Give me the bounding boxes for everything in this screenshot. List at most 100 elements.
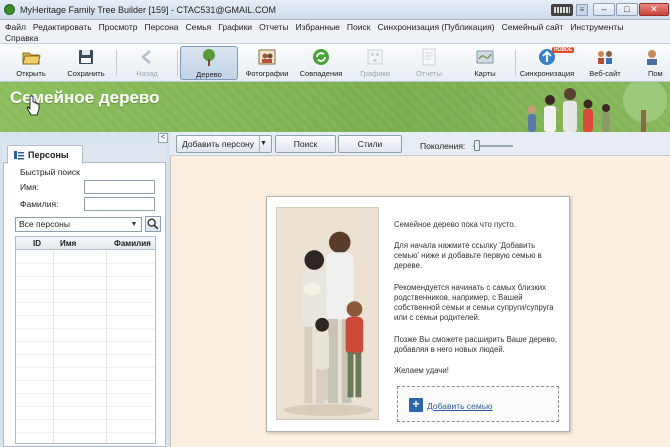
persons-filter-value: Все персоны [19,219,70,229]
add-person-label: Добавить персону [182,139,255,149]
column-header-first-name[interactable]: Имя [60,239,76,248]
quick-search-label: Быстрый поиск [20,167,80,177]
first-name-input[interactable] [84,180,155,194]
menu-item-row1-6[interactable]: Отчеты [259,22,288,32]
menu-bar: Файл Редактировать Просмотр Персона Семья Гра… [0,20,670,44]
family-illustration [276,207,379,420]
table-row [16,380,155,381]
website-label: Веб-сайт [589,69,621,78]
first-name-label: Имя: [20,182,39,192]
table-row [16,406,155,407]
back-button[interactable]: Назад [118,46,176,80]
close-button[interactable]: ✕ [639,3,669,16]
search-button[interactable]: Поиск [275,135,336,153]
add-family-link[interactable]: Добавить семью [427,401,493,411]
charts-button[interactable]: Графики [346,46,404,80]
sync-button[interactable]: НОВОЕ Синхронизация [518,46,576,80]
map-icon [476,50,494,64]
family-illustration-header [528,82,667,132]
back-label: Назад [136,69,158,78]
generations-slider-thumb[interactable] [474,140,480,151]
menu-item-row1-2[interactable]: Просмотр [99,22,138,32]
styles-button[interactable]: Стили [338,135,402,153]
tree-icon [203,49,215,66]
family-site-icon [598,51,612,64]
menu-item-row1-4[interactable]: Семья [186,22,212,32]
matches-button[interactable]: Совпадения [292,46,350,80]
persons-grid[interactable]: ID Имя Фамилия [15,236,156,446]
keyboard-icon[interactable] [551,4,573,16]
grid-column-divider [53,250,54,443]
save-button[interactable]: Сохранить [57,46,115,80]
back-arrow-icon [141,50,151,64]
message-paragraph: Позже Вы сможете расширить Ваше дерево, … [394,335,557,354]
charts-label: Графики [360,69,390,78]
menu-item-row2-0[interactable]: Справка [5,33,38,43]
column-header-id[interactable]: ID [33,239,41,248]
menu-item-row1-5[interactable]: Графики [218,22,252,32]
last-name-input[interactable] [84,197,155,211]
add-family-box[interactable]: + Добавить семью [397,386,559,422]
table-row [16,302,155,303]
menu-item-row1-1[interactable]: Редактировать [33,22,92,32]
window-title: MyHeritage Family Tree Builder [159] - C… [20,5,277,15]
tab-persons-label: Персоны [28,150,69,160]
chart-icon [367,49,383,65]
last-name-label: Фамилия: [20,199,59,209]
table-row [16,328,155,329]
message-paragraph: Желаем удачи! [394,366,449,375]
tab-persons[interactable]: Персоны [7,145,83,164]
photos-label: Фотографии [245,69,289,78]
folder-open-icon [22,52,41,65]
tree-label: Дерево [196,70,222,79]
save-label: Сохранить [67,69,105,78]
reports-button[interactable]: Отчеты [400,46,458,80]
maximize-button[interactable]: □ [616,3,638,16]
table-row [16,367,155,368]
help-button[interactable]: Пом [634,46,670,80]
persons-filter-select[interactable]: Все персоны ▼ [15,217,142,232]
toolbar-separator [177,50,178,76]
column-header-last-name[interactable]: Фамилия [114,239,151,248]
menu-item-row1-3[interactable]: Персона [144,22,178,32]
menu-item-row1-7[interactable]: Избранные [295,22,339,32]
search-icon [147,218,159,230]
report-icon [422,48,436,66]
open-button[interactable]: Открыть [2,46,60,80]
message-paragraph: Для начала нажмите ссылку 'Добавить семь… [394,241,542,270]
quick-search-button[interactable] [145,216,161,232]
sync-label: Синхронизация [519,69,575,78]
grid-header: ID Имя Фамилия [16,237,155,250]
persons-icon [14,151,24,160]
website-button[interactable]: Веб-сайт [576,46,634,80]
generations-label: Поколения: [420,141,466,151]
title-bar: MyHeritage Family Tree Builder [159] - C… [0,0,670,20]
add-person-dropdown-icon[interactable]: ▼ [259,136,271,152]
menu-item-row1-8[interactable]: Поиск [347,22,371,32]
photos-icon [258,49,276,65]
tree-view-button[interactable]: Дерево [180,46,238,80]
app-icon [4,4,15,15]
photos-button[interactable]: Фотографии [238,46,296,80]
menu-item-row1-11[interactable]: Инструменты [570,22,623,32]
maps-button[interactable]: Карты [456,46,514,80]
help-label: Пом [648,69,663,78]
menu-item-row1-10[interactable]: Семейный сайт [502,22,564,32]
minimize-button[interactable]: – [593,3,615,16]
grid-column-divider [106,250,107,443]
open-label: Открыть [16,69,46,78]
language-icon[interactable]: ≡ [576,4,588,16]
menu-item-row1-9[interactable]: Синхронизация (Публикация) [377,22,494,32]
sync-match-icon [313,49,329,65]
message-paragraph: Рекомендуется начинать с самых близких р… [394,283,554,322]
mouse-cursor-icon [26,95,40,116]
plus-icon[interactable]: + [409,398,423,412]
floppy-disk-icon [79,50,93,64]
table-row [16,341,155,342]
menu-item-row1-0[interactable]: Файл [5,22,26,32]
menu-row-secondary: Справка [5,33,38,43]
add-person-button[interactable]: Добавить персону ▼ [176,135,272,153]
collapse-panel-button[interactable]: < [158,133,168,143]
table-row [16,276,155,277]
table-row [16,432,155,433]
